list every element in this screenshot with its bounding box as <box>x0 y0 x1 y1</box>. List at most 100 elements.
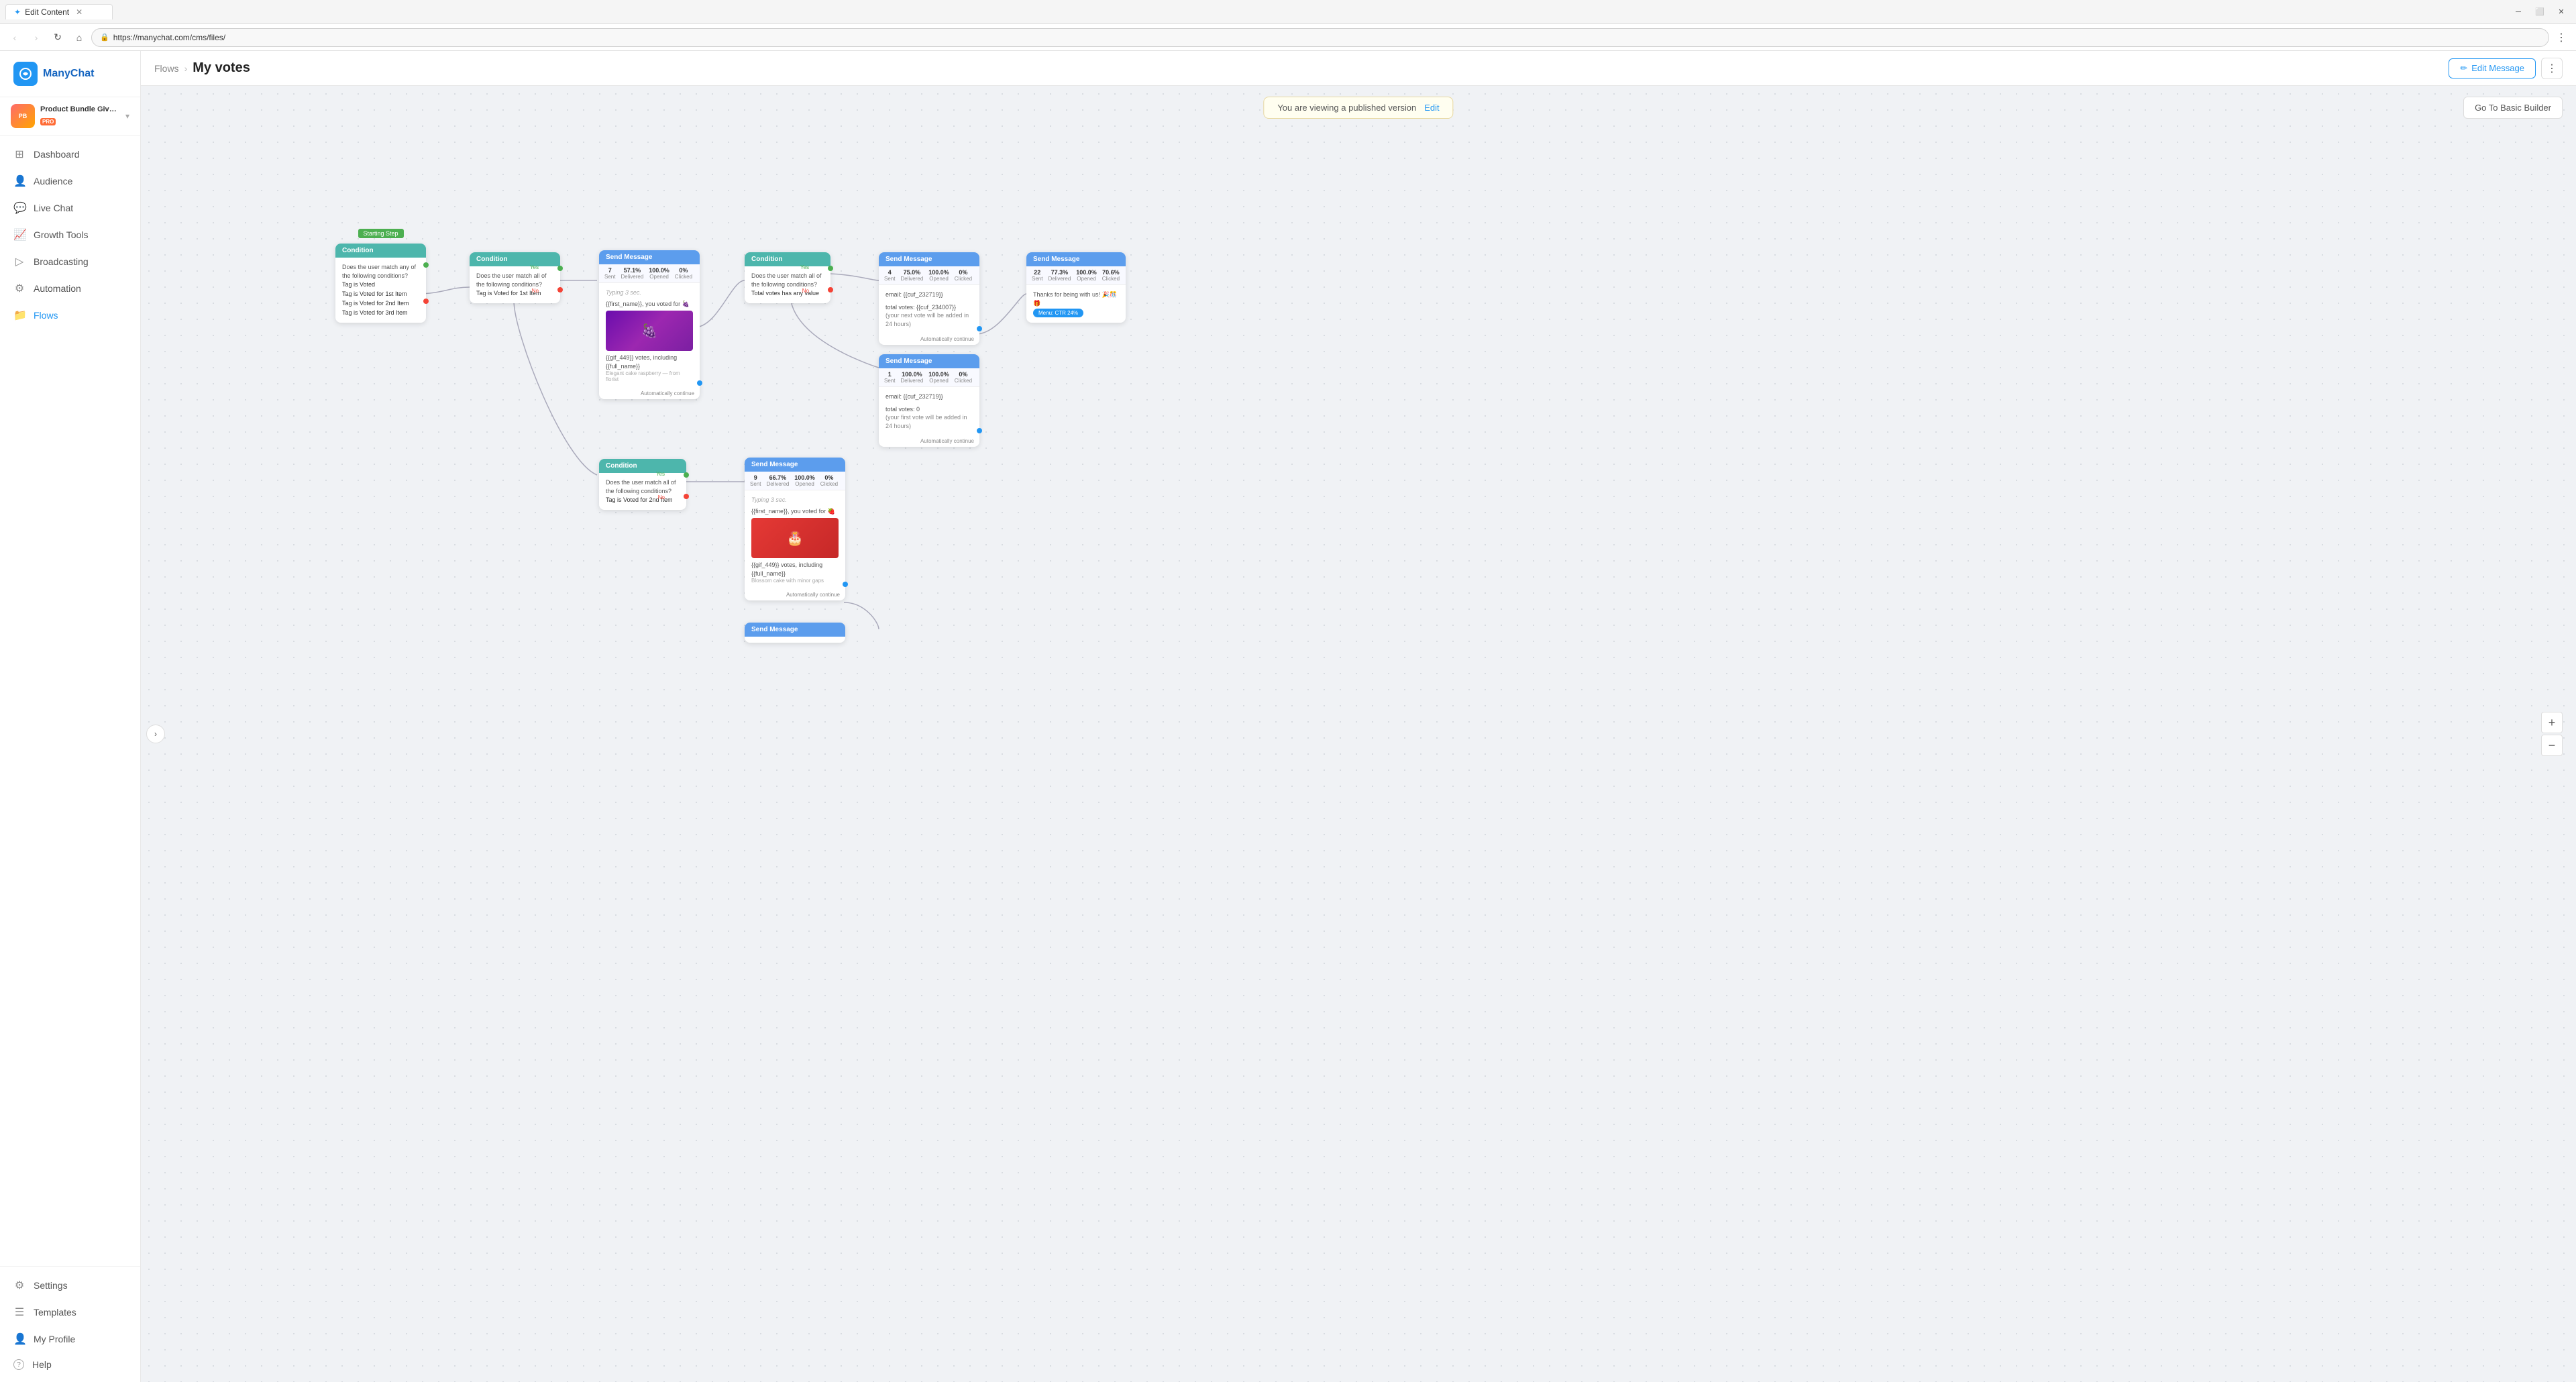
send-message4-node[interactable]: Send Message 1 Sent 100.0% Delivered 100… <box>879 354 979 447</box>
tab-close-button[interactable]: ✕ <box>76 7 83 17</box>
send-message2-node[interactable]: Send Message 4 Sent 75.0% Delivered 100.… <box>879 252 979 345</box>
browser-menu-button[interactable]: ⋮ <box>2552 28 2571 47</box>
send-message3-node[interactable]: Send Message 22 Sent 77.3% Delivered 100… <box>1026 252 1126 323</box>
node-body-condition4: Does the user match all of the following… <box>599 473 686 510</box>
sidebar-bottom: ⚙ Settings ☰ Templates 👤 My Profile ? He… <box>0 1266 140 1382</box>
edit-message-button[interactable]: ✏ Edit Message <box>2449 58 2536 78</box>
sidebar-item-help[interactable]: ? Help <box>0 1352 140 1377</box>
node-stats-sm4: 1 Sent 100.0% Delivered 100.0% Opened 0%… <box>879 368 979 387</box>
minimize-button[interactable]: ─ <box>2509 5 2528 19</box>
page-title: My votes <box>193 60 250 76</box>
node-body-condition1: Does the user match any of the following… <box>335 258 426 323</box>
no-connector <box>828 287 833 293</box>
sidebar-item-automation[interactable]: ⚙ Automation <box>0 275 140 302</box>
message-image-sm5: 🎂 <box>751 518 839 558</box>
maximize-button[interactable]: ⬜ <box>2530 5 2549 19</box>
sidebar-item-label: Help <box>32 1359 52 1370</box>
node-body-sm4: email: {{cuf_232719}} total votes: 0 (yo… <box>879 387 979 435</box>
sidebar-item-label: Templates <box>34 1307 76 1318</box>
sidebar-item-audience[interactable]: 👤 Audience <box>0 168 140 195</box>
home-button[interactable]: ⌂ <box>70 28 89 47</box>
continue-connector <box>697 380 702 386</box>
node-body-sm3: Thanks for being with us! 🎉🎊🎁 Menu: CTR … <box>1026 285 1126 323</box>
help-icon: ? <box>13 1359 24 1370</box>
flow-canvas-area[interactable]: You are viewing a published version Edit… <box>141 86 2576 1382</box>
node-footer-sm2: Automatically continue <box>879 333 979 345</box>
browser-chrome: ✦ Edit Content ✕ ─ ⬜ ✕ <box>0 0 2576 24</box>
flows-icon: 📁 <box>13 309 25 322</box>
zoom-controls: + − <box>2541 712 2563 756</box>
node-footer-sm5: Automatically continue <box>745 589 845 600</box>
close-button[interactable]: ✕ <box>2552 5 2571 19</box>
sidebar-item-label: Broadcasting <box>34 256 89 267</box>
breadcrumb: Flows › My votes <box>154 60 250 76</box>
sidebar: ManyChat PB Product Bundle Giveaway Funn… <box>0 51 141 1382</box>
zoom-out-button[interactable]: − <box>2541 735 2563 756</box>
logo-icon <box>13 62 38 86</box>
send-message1-node[interactable]: Send Message 7 Sent 57.1% Delivered 100.… <box>599 250 700 399</box>
sidebar-item-flows[interactable]: 📁 Flows <box>0 302 140 329</box>
yes-connector <box>684 472 689 478</box>
sidebar-item-growth-tools[interactable]: 📈 Growth Tools <box>0 221 140 248</box>
forward-button[interactable]: › <box>27 28 46 47</box>
node-header-sm2: Send Message <box>879 252 979 266</box>
node-body-condition3: Does the user match all of the following… <box>745 266 830 303</box>
workspace-info: Product Bundle Giveaway Funnel... PRO <box>40 105 120 126</box>
sidebar-navigation: ⊞ Dashboard 👤 Audience 💬 Live Chat 📈 Gro… <box>0 136 140 1266</box>
audience-icon: 👤 <box>13 174 25 188</box>
sidebar-item-label: Settings <box>34 1280 68 1291</box>
no-connector <box>684 494 689 499</box>
node-footer-sm4: Automatically continue <box>879 435 979 447</box>
sidebar-item-templates[interactable]: ☰ Templates <box>0 1299 140 1326</box>
starting-step-label: Starting Step <box>358 229 403 238</box>
sidebar-item-my-profile[interactable]: 👤 My Profile <box>0 1326 140 1352</box>
breadcrumb-flows-link[interactable]: Flows <box>154 63 179 74</box>
workspace-selector[interactable]: PB Product Bundle Giveaway Funnel... PRO… <box>0 97 140 136</box>
back-button[interactable]: ‹ <box>5 28 24 47</box>
chevron-down-icon: ▾ <box>125 111 129 121</box>
starting-step-node[interactable]: Starting Step Condition Does the user ma… <box>335 244 426 323</box>
no-connector <box>423 299 429 304</box>
send-message5-node[interactable]: Send Message 9 Sent 66.7% Delivered 100.… <box>745 458 845 600</box>
automation-icon: ⚙ <box>13 282 25 295</box>
browser-tab[interactable]: ✦ Edit Content ✕ <box>5 4 113 19</box>
node-header-condition1: Condition <box>335 244 426 258</box>
condition4-node[interactable]: Condition Does the user match all of the… <box>599 459 686 510</box>
send-message6-node[interactable]: Send Message <box>745 623 845 643</box>
growth-tools-icon: 📈 <box>13 228 25 242</box>
edit-published-link[interactable]: Edit <box>1424 103 1439 113</box>
app-layout: ManyChat PB Product Bundle Giveaway Funn… <box>0 51 2576 1382</box>
sidebar-item-settings[interactable]: ⚙ Settings <box>0 1272 140 1299</box>
logo-text: ManyChat <box>43 68 94 80</box>
node-header-sm5: Send Message <box>745 458 845 472</box>
sidebar-item-dashboard[interactable]: ⊞ Dashboard <box>0 141 140 168</box>
sidebar-item-label: My Profile <box>34 1334 75 1344</box>
dashboard-icon: ⊞ <box>13 148 25 161</box>
node-body-condition2: Does the user match all of the following… <box>470 266 560 303</box>
settings-icon: ⚙ <box>13 1279 25 1292</box>
address-text: https://manychat.com/cms/files/ <box>113 33 225 42</box>
address-bar[interactable]: 🔒 https://manychat.com/cms/files/ <box>91 28 2549 47</box>
condition2-node[interactable]: Condition Does the user match all of the… <box>470 252 560 303</box>
more-options-button[interactable]: ⋮ <box>2541 58 2563 79</box>
sidebar-item-broadcasting[interactable]: ▷ Broadcasting <box>0 248 140 275</box>
menu-button-node: Menu: CTR 24% <box>1033 309 1083 317</box>
basic-builder-button[interactable]: Go To Basic Builder <box>2463 97 2563 119</box>
yes-connector <box>557 266 563 271</box>
sidebar-toggle-button[interactable]: › <box>146 725 165 743</box>
templates-icon: ☰ <box>13 1306 25 1319</box>
sidebar-item-live-chat[interactable]: 💬 Live Chat <box>0 195 140 221</box>
continue-connector <box>843 582 848 587</box>
navigation-bar: ‹ › ↻ ⌂ 🔒 https://manychat.com/cms/files… <box>0 24 2576 51</box>
message-image-sm1: 🍇 <box>606 311 693 351</box>
topbar: Flows › My votes ✏ Edit Message ⋮ <box>141 51 2576 86</box>
node-stats-sm5: 9 Sent 66.7% Delivered 100.0% Opened 0% … <box>745 472 845 490</box>
condition3-node[interactable]: Condition Does the user match all of the… <box>745 252 830 303</box>
workspace-name: Product Bundle Giveaway Funnel... <box>40 105 120 114</box>
sidebar-item-label: Audience <box>34 176 72 187</box>
reload-button[interactable]: ↻ <box>48 28 67 47</box>
node-header-condition2: Condition <box>470 252 560 266</box>
zoom-in-button[interactable]: + <box>2541 712 2563 733</box>
tab-title: Edit Content <box>25 7 69 17</box>
published-notice-text: You are viewing a published version <box>1277 103 1416 113</box>
